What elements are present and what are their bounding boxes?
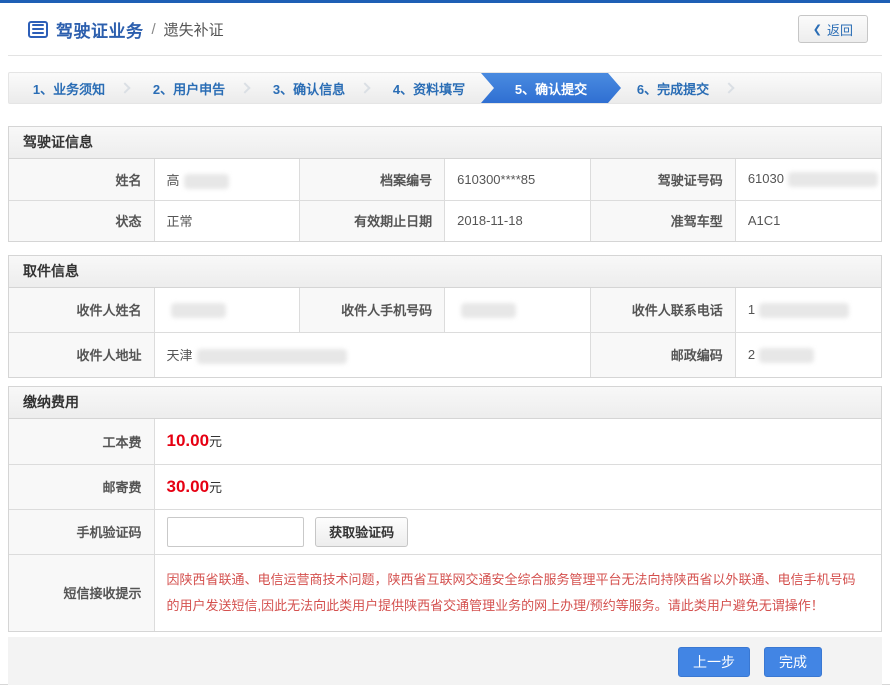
step-3[interactable]: 3、确认信息 xyxy=(249,73,369,103)
page-title: 驾驶证业务 xyxy=(56,17,144,42)
table-row: 收件人姓名 收件人手机号码 收件人联系电话 1 xyxy=(9,288,881,332)
recipient-mobile-label: 收件人手机号码 xyxy=(300,288,445,332)
license-no-value: 61030 xyxy=(735,159,881,200)
step-2[interactable]: 2、用户申告 xyxy=(129,73,249,103)
spacer xyxy=(8,378,882,386)
step-5-active[interactable]: 5、确认提交 xyxy=(481,73,621,103)
table-row: 收件人地址 天津 邮政编码 2 xyxy=(9,332,881,377)
sms-notice-text: 因陕西省联通、电信运营商技术问题，陕西省互联网交通安全综合服务管理平台无法向持陕… xyxy=(167,567,866,619)
back-button[interactable]: ❮ 返回 xyxy=(798,15,868,43)
file-no-label: 档案编号 xyxy=(300,159,445,200)
step-4[interactable]: 4、资料填写 xyxy=(369,73,489,103)
redacted-value xyxy=(184,174,229,189)
redacted-value xyxy=(759,348,814,363)
status-label: 状态 xyxy=(9,200,154,241)
previous-step-button[interactable]: 上一步 xyxy=(678,647,750,677)
step-separator-icon xyxy=(723,82,734,93)
work-fee-unit: 元 xyxy=(209,434,222,449)
page-header: 驾驶证业务 / 遗失补证 ❮ 返回 xyxy=(8,3,882,56)
postcode-value: 2 xyxy=(735,332,881,377)
work-fee-value: 10.00元 xyxy=(154,419,881,464)
finish-button[interactable]: 完成 xyxy=(764,647,822,677)
recipient-name-value xyxy=(154,288,300,332)
redacted-value xyxy=(759,303,849,318)
step-1[interactable]: 1、业务须知 xyxy=(9,73,129,103)
sms-notice-label: 短信接收提示 xyxy=(9,554,154,631)
vehicle-class-label: 准驾车型 xyxy=(590,200,735,241)
table-row: 状态 正常 有效期止日期 2018-11-18 准驾车型 A1C1 xyxy=(9,200,881,241)
recipient-name-label: 收件人姓名 xyxy=(9,288,154,332)
sms-notice-cell: 因陕西省联通、电信运营商技术问题，陕西省互联网交通安全综合服务管理平台无法向持陕… xyxy=(154,554,881,631)
step-label: 1、业务须知 xyxy=(33,79,105,98)
table-row: 短信接收提示 因陕西省联通、电信运营商技术问题，陕西省互联网交通安全综合服务管理… xyxy=(9,554,881,631)
section-title-fees: 缴纳费用 xyxy=(9,387,881,419)
license-no-label: 驾驶证号码 xyxy=(590,159,735,200)
valid-until-label: 有效期止日期 xyxy=(300,200,445,241)
post-fee-value: 30.00元 xyxy=(154,464,881,509)
name-value: 高 xyxy=(154,159,300,200)
recipient-mobile-value xyxy=(445,288,591,332)
steps-tail xyxy=(733,73,881,103)
get-code-button[interactable]: 获取验证码 xyxy=(315,517,408,547)
redacted-value xyxy=(461,303,516,318)
spacer xyxy=(8,104,882,126)
breadcrumb-separator: / xyxy=(152,21,156,38)
section-license-info: 驾驶证信息 姓名 高 档案编号 610300****85 驾驶证号码 61030… xyxy=(8,126,882,242)
table-row: 手机验证码 获取验证码 xyxy=(9,509,881,554)
post-fee-unit: 元 xyxy=(209,480,222,495)
redacted-value xyxy=(788,172,878,187)
address-label: 收件人地址 xyxy=(9,332,154,377)
redacted-value xyxy=(197,349,347,364)
postcode-label: 邮政编码 xyxy=(590,332,735,377)
back-button-label: 返回 xyxy=(827,20,853,39)
sms-code-cell: 获取验证码 xyxy=(154,509,881,554)
license-info-table: 姓名 高 档案编号 610300****85 驾驶证号码 61030 状态 正常… xyxy=(9,159,881,241)
vehicle-class-value: A1C1 xyxy=(735,200,881,241)
breadcrumb-current: 遗失补证 xyxy=(164,19,224,40)
page: 驾驶证业务 / 遗失补证 ❮ 返回 1、业务须知 2、用户申告 3、确认信息 4、资料… xyxy=(0,3,890,685)
sms-code-input[interactable] xyxy=(167,517,304,547)
work-fee-label: 工本费 xyxy=(9,419,154,464)
table-row: 工本费 10.00元 xyxy=(9,419,881,464)
name-label: 姓名 xyxy=(9,159,154,200)
table-row: 邮寄费 30.00元 xyxy=(9,464,881,509)
post-fee-amount: 30.00 xyxy=(167,477,210,496)
fees-table: 工本费 10.00元 邮寄费 30.00元 手机验证码 获取验证码 短信接收提 xyxy=(9,419,881,631)
breadcrumb: 驾驶证业务 / 遗失补证 xyxy=(28,17,224,42)
valid-until-value: 2018-11-18 xyxy=(445,200,591,241)
step-label: 5、确认提交 xyxy=(515,79,587,98)
section-fees: 缴纳费用 工本费 10.00元 邮寄费 30.00元 手机验证码 获取验证码 xyxy=(8,386,882,632)
step-6[interactable]: 6、完成提交 xyxy=(613,73,733,103)
redacted-value xyxy=(171,303,226,318)
spacer xyxy=(8,242,882,255)
step-navigation: 1、业务须知 2、用户申告 3、确认信息 4、资料填写 5、确认提交 6、完成提交 xyxy=(8,72,882,104)
step-label: 6、完成提交 xyxy=(637,79,709,98)
recipient-phone-value: 1 xyxy=(735,288,881,332)
pickup-info-table: 收件人姓名 收件人手机号码 收件人联系电话 1 收件人地址 天津 邮政编码 2 xyxy=(9,288,881,377)
step-label: 2、用户申告 xyxy=(153,79,225,98)
post-fee-label: 邮寄费 xyxy=(9,464,154,509)
table-row: 姓名 高 档案编号 610300****85 驾驶证号码 61030 xyxy=(9,159,881,200)
sms-code-label: 手机验证码 xyxy=(9,509,154,554)
step-label: 4、资料填写 xyxy=(393,79,465,98)
chevron-left-icon: ❮ xyxy=(813,23,822,36)
footer-actions: 上一步 完成 xyxy=(8,637,882,685)
section-title-pickup: 取件信息 xyxy=(9,256,881,288)
work-fee-amount: 10.00 xyxy=(167,431,210,450)
step-label: 3、确认信息 xyxy=(273,79,345,98)
list-icon xyxy=(28,21,48,38)
address-value: 天津 xyxy=(154,332,590,377)
recipient-phone-label: 收件人联系电话 xyxy=(590,288,735,332)
section-title-license: 驾驶证信息 xyxy=(9,127,881,159)
file-no-value: 610300****85 xyxy=(445,159,591,200)
section-pickup-info: 取件信息 收件人姓名 收件人手机号码 收件人联系电话 1 收件人地址 天津 邮政… xyxy=(8,255,882,378)
status-value: 正常 xyxy=(154,200,300,241)
